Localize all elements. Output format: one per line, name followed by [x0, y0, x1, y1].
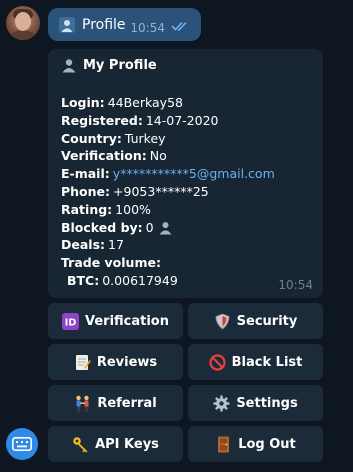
profile-message: My Profile Login: 44Berkay58 Registered:…: [48, 49, 323, 298]
deals-value: 17: [108, 237, 124, 253]
people-holding-hands-icon: [76, 395, 90, 411]
login-row: Login: 44Berkay58: [61, 94, 275, 112]
verification-button[interactable]: ID Verification: [48, 303, 183, 339]
phone-label: Phone:: [61, 183, 111, 199]
verification-button-label: Verification: [84, 313, 169, 329]
black-list-button[interactable]: Black List: [188, 344, 323, 380]
sent-message-time: 10:54: [130, 21, 165, 35]
reviews-button-label: Reviews: [96, 354, 158, 370]
country-row: Country: Turkey: [61, 130, 275, 148]
chat-screen: Profile 10:54 My Profile Login: 44Berkay…: [0, 0, 353, 472]
api-keys-button[interactable]: API Keys: [48, 426, 183, 462]
bust-in-silhouette-icon: [159, 222, 172, 235]
sent-message-bubble[interactable]: Profile 10:54: [48, 8, 201, 41]
phone-value: +9053******25: [113, 183, 209, 199]
blocked-by-value: 0: [145, 219, 154, 235]
trade-volume-row: Trade volume:: [61, 254, 275, 272]
verification-label: Verification:: [61, 148, 147, 164]
email-label: E-mail:: [61, 166, 110, 182]
trade-volume-label: Trade volume:: [61, 255, 161, 271]
login-value: 44Berkay58: [107, 95, 183, 110]
registered-value: 14-07-2020: [145, 112, 219, 128]
svg-text:ID: ID: [65, 317, 77, 328]
registered-row: Registered: 14-07-2020: [61, 112, 275, 130]
double-check-icon: [171, 21, 187, 31]
gear-icon: [213, 395, 230, 411]
email-row: E-mail: y***********5@gmail.com: [61, 165, 275, 183]
referral-button-label: Referral: [97, 395, 157, 411]
blocked-by-label: Blocked by:: [61, 219, 143, 235]
security-button[interactable]: Security: [188, 303, 323, 339]
profile-title: My Profile: [83, 57, 157, 73]
security-button-label: Security: [236, 313, 298, 329]
reviews-button[interactable]: Reviews: [48, 344, 183, 380]
blocked-by-row: Blocked by: 0: [61, 219, 275, 237]
shield-icon: [215, 313, 230, 330]
login-label: Login:: [61, 95, 105, 110]
rating-value: 100%: [115, 201, 151, 217]
rating-label: Rating:: [61, 201, 113, 217]
log-out-button[interactable]: Log Out: [188, 426, 323, 462]
verification-row: Verification: No: [61, 147, 275, 165]
black-list-button-label: Black List: [231, 354, 303, 370]
api-keys-button-label: API Keys: [95, 436, 159, 452]
bust-in-silhouette-icon: [62, 59, 76, 73]
registered-label: Registered:: [61, 112, 143, 128]
id-icon: ID: [61, 312, 79, 330]
log-out-button-label: Log Out: [238, 436, 296, 452]
btc-label: BTC:: [67, 272, 100, 288]
settings-button[interactable]: Settings: [188, 385, 323, 421]
deals-label: Deals:: [61, 237, 106, 253]
memo-icon: [75, 354, 91, 370]
bot-keyboard-button[interactable]: [6, 428, 38, 460]
keyboard-icon: [12, 437, 32, 451]
email-link[interactable]: y***********5@gmail.com: [113, 165, 275, 183]
verification-value: No: [149, 148, 167, 164]
user-avatar[interactable]: [6, 6, 40, 40]
settings-button-label: Settings: [236, 395, 298, 411]
key-icon: [73, 436, 88, 452]
door-icon: [218, 436, 230, 452]
profile-message-time: 10:54: [278, 278, 313, 292]
rating-row: Rating: 100%: [61, 201, 275, 219]
prohibited-icon: [209, 353, 226, 371]
btc-value: 0.00617949: [102, 272, 178, 288]
country-value: Turkey: [124, 130, 166, 146]
phone-row: Phone: +9053******25: [61, 183, 275, 201]
country-label: Country:: [61, 130, 122, 146]
sent-message-text: Profile: [82, 16, 126, 33]
bust-in-silhouette-icon: [59, 16, 75, 33]
deals-row: Deals: 17: [61, 236, 275, 254]
referral-button[interactable]: Referral: [48, 385, 183, 421]
btc-row: BTC: 0.00617949: [61, 272, 275, 290]
